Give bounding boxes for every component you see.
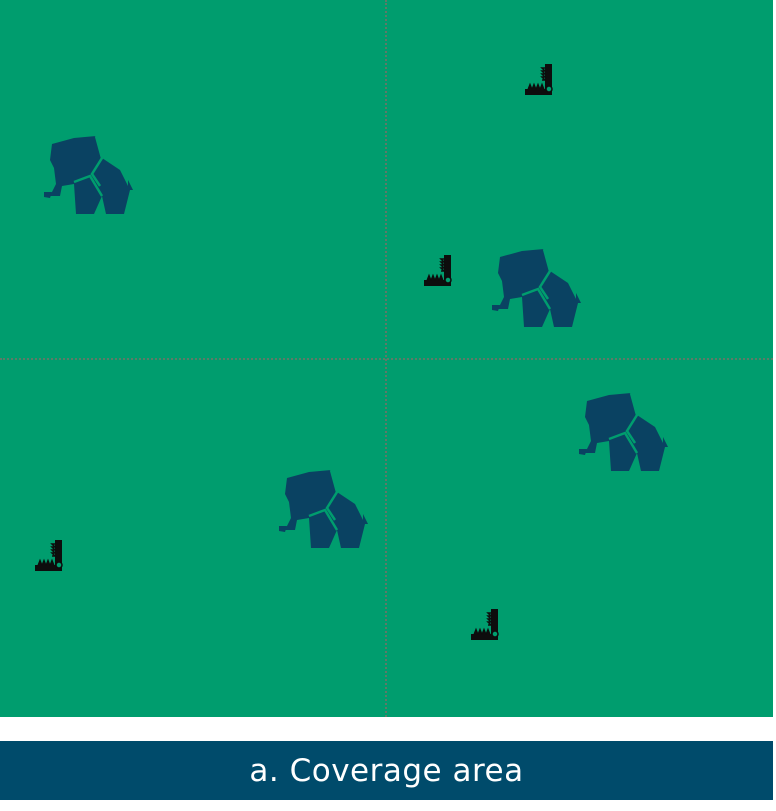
caption-text: a. Coverage area [249,752,524,789]
elephant-icon [579,391,669,473]
elephant-icon [492,247,582,329]
sensor-trap-icon [424,255,456,287]
coverage-map [0,0,773,717]
caption-bar: a. Coverage area [0,741,773,800]
sensor-trap-icon [525,64,557,96]
elephant-icon [44,134,134,216]
elephant-icon [279,468,369,550]
grid-divider-horizontal [0,358,773,360]
sensor-trap-icon [35,540,67,572]
sensor-trap-icon [471,609,503,641]
